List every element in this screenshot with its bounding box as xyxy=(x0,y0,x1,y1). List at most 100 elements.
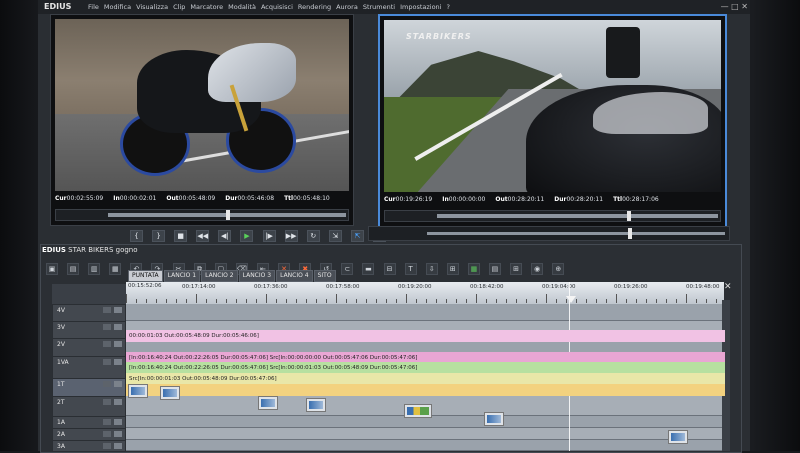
title-thumbnail[interactable] xyxy=(306,398,326,412)
track-lock-icon[interactable] xyxy=(114,399,122,405)
new-sequence-icon[interactable]: ▣ xyxy=(46,263,58,275)
track-visibility-icon[interactable] xyxy=(103,359,111,365)
mode-icon[interactable]: ▦ xyxy=(109,263,122,275)
overwrite-icon[interactable]: ⇱ xyxy=(350,230,364,242)
ruler-tick xyxy=(276,299,277,303)
track-visibility-icon[interactable] xyxy=(103,443,111,449)
timeline-ruler[interactable]: 00:17:14:00 00:17:36:00 00:17:58:00 00:19:2… xyxy=(126,282,724,304)
menu-item[interactable]: Modalità xyxy=(228,3,256,11)
layout-icon[interactable]: ▦ xyxy=(467,263,480,275)
track-header[interactable]: 1VA xyxy=(52,356,126,379)
sequence-tab[interactable]: LANCIO 1 xyxy=(163,270,201,282)
ruler-tick xyxy=(496,299,497,303)
track-lock-icon[interactable] xyxy=(114,341,122,347)
menu-item[interactable]: Aurora xyxy=(336,3,358,11)
recorder-position-track[interactable] xyxy=(427,232,725,235)
track-lock-icon[interactable] xyxy=(114,419,122,425)
sequence-tab[interactable]: PUNTATA xyxy=(128,270,163,282)
menu-item[interactable]: Marcatore xyxy=(190,3,223,11)
track-lane[interactable] xyxy=(126,440,722,451)
player-scrub-knob[interactable] xyxy=(226,210,230,220)
track-header[interactable]: 3A xyxy=(52,440,126,452)
title-thumbnail[interactable] xyxy=(160,386,180,400)
menu-item[interactable]: File xyxy=(88,3,99,11)
track-header[interactable]: 2T xyxy=(52,396,126,417)
save-project-icon[interactable]: ▥ xyxy=(88,263,101,275)
play-icon[interactable]: ▶ xyxy=(240,230,254,242)
track-visibility-icon[interactable] xyxy=(103,341,111,347)
stop-icon[interactable]: ■ xyxy=(174,230,188,242)
timeline-mode-icon[interactable]: ◉ xyxy=(531,263,544,275)
player-video xyxy=(55,19,349,191)
menu-item[interactable]: Visualizza xyxy=(136,3,168,11)
fast-forward-icon[interactable]: ▶▶ xyxy=(284,230,298,242)
recorder-scrub-knob[interactable] xyxy=(627,211,632,221)
track-lane[interactable] xyxy=(126,428,722,440)
recorder-timecodes: Cur00:19:26:19 In00:00:00:00 Out00:28:20:1… xyxy=(384,196,721,208)
recorder-position-bar[interactable] xyxy=(368,226,730,241)
filmstrip-icon[interactable]: ▤ xyxy=(488,263,501,275)
track-header[interactable]: 1T xyxy=(52,378,126,397)
menu-item[interactable]: Modifica xyxy=(104,3,131,11)
step-forward-icon[interactable]: |▶ xyxy=(262,230,276,242)
menu-item[interactable]: Acquisisci xyxy=(261,3,293,11)
track-lock-icon[interactable] xyxy=(114,359,122,365)
ruler-tick xyxy=(686,294,687,303)
ruler-tick xyxy=(286,299,287,303)
sequence-tab[interactable]: LANCIO 2 xyxy=(201,270,238,282)
menu-item[interactable]: ? xyxy=(446,3,449,11)
insert-icon[interactable]: ⇲ xyxy=(328,230,342,242)
step-back-icon[interactable]: ◀| xyxy=(218,230,232,242)
track-lock-icon[interactable] xyxy=(114,443,122,449)
track-lock-icon[interactable] xyxy=(114,431,122,437)
rewind-icon[interactable]: ◀◀ xyxy=(196,230,210,242)
link-icon[interactable]: ⊂ xyxy=(341,263,354,275)
recorder-position-knob[interactable] xyxy=(628,228,633,239)
title-thumbnail[interactable] xyxy=(484,412,504,426)
track-lock-icon[interactable] xyxy=(114,307,122,313)
track-lane[interactable] xyxy=(126,304,722,321)
track-header[interactable]: 3V xyxy=(52,321,126,339)
video-clip[interactable]: 00:00:01:03 Out:00:05:48:09 Dur:00:05:46… xyxy=(126,330,725,342)
track-visibility-icon[interactable] xyxy=(103,307,111,313)
zoom-icon[interactable]: ⊕ xyxy=(552,263,565,275)
sequence-tab[interactable]: LANCIO 4 xyxy=(276,270,313,282)
loop-icon[interactable]: ↻ xyxy=(306,230,320,242)
sequence-icon[interactable]: ⊞ xyxy=(510,263,523,275)
menu-item[interactable]: Strumenti xyxy=(363,3,395,11)
set-out-icon[interactable]: } xyxy=(152,230,166,242)
group-icon[interactable]: ▬ xyxy=(362,263,375,275)
track-lock-icon[interactable] xyxy=(114,324,122,330)
title-thumbnail[interactable] xyxy=(258,396,278,410)
menu-item[interactable]: Clip xyxy=(173,3,185,11)
set-in-icon[interactable]: { xyxy=(130,230,143,242)
window-controls[interactable]: — □ ✕ xyxy=(721,0,748,14)
menu-item[interactable]: Rendering xyxy=(298,3,331,11)
track-visibility-icon[interactable] xyxy=(103,419,111,425)
track-lock-icon[interactable] xyxy=(114,381,122,387)
sequence-tab[interactable]: SITO xyxy=(313,270,336,282)
title-icon[interactable]: T xyxy=(404,263,417,275)
render-icon[interactable]: ⊞ xyxy=(446,263,459,275)
track-visibility-icon[interactable] xyxy=(103,324,111,330)
track-header[interactable]: 4V xyxy=(52,304,126,322)
split-icon[interactable]: ⊟ xyxy=(383,263,396,275)
title-thumbnail[interactable] xyxy=(668,430,688,444)
track-visibility-icon[interactable] xyxy=(103,381,111,387)
sequence-tab[interactable]: LANCIO 3 xyxy=(238,270,276,282)
track-visibility-icon[interactable] xyxy=(103,431,111,437)
menu-item[interactable]: Impostazioni xyxy=(400,3,441,11)
recorder-scrub-track[interactable] xyxy=(437,214,718,218)
title-thumbnail[interactable] xyxy=(404,404,432,418)
marker-icon[interactable]: ⇩ xyxy=(425,263,438,275)
recorder-scrubber[interactable] xyxy=(384,210,721,222)
title-clip[interactable] xyxy=(126,384,725,396)
track-header[interactable]: 2V xyxy=(52,338,126,357)
timeline-close-icon[interactable]: ✕ xyxy=(724,282,732,292)
title-thumbnail[interactable] xyxy=(128,384,148,398)
playhead-cursor-icon[interactable] xyxy=(566,296,576,303)
open-project-icon[interactable]: ▤ xyxy=(67,263,80,275)
track-visibility-icon[interactable] xyxy=(103,399,111,405)
player-scrubber[interactable] xyxy=(55,209,349,221)
ruler-tick xyxy=(406,294,407,303)
